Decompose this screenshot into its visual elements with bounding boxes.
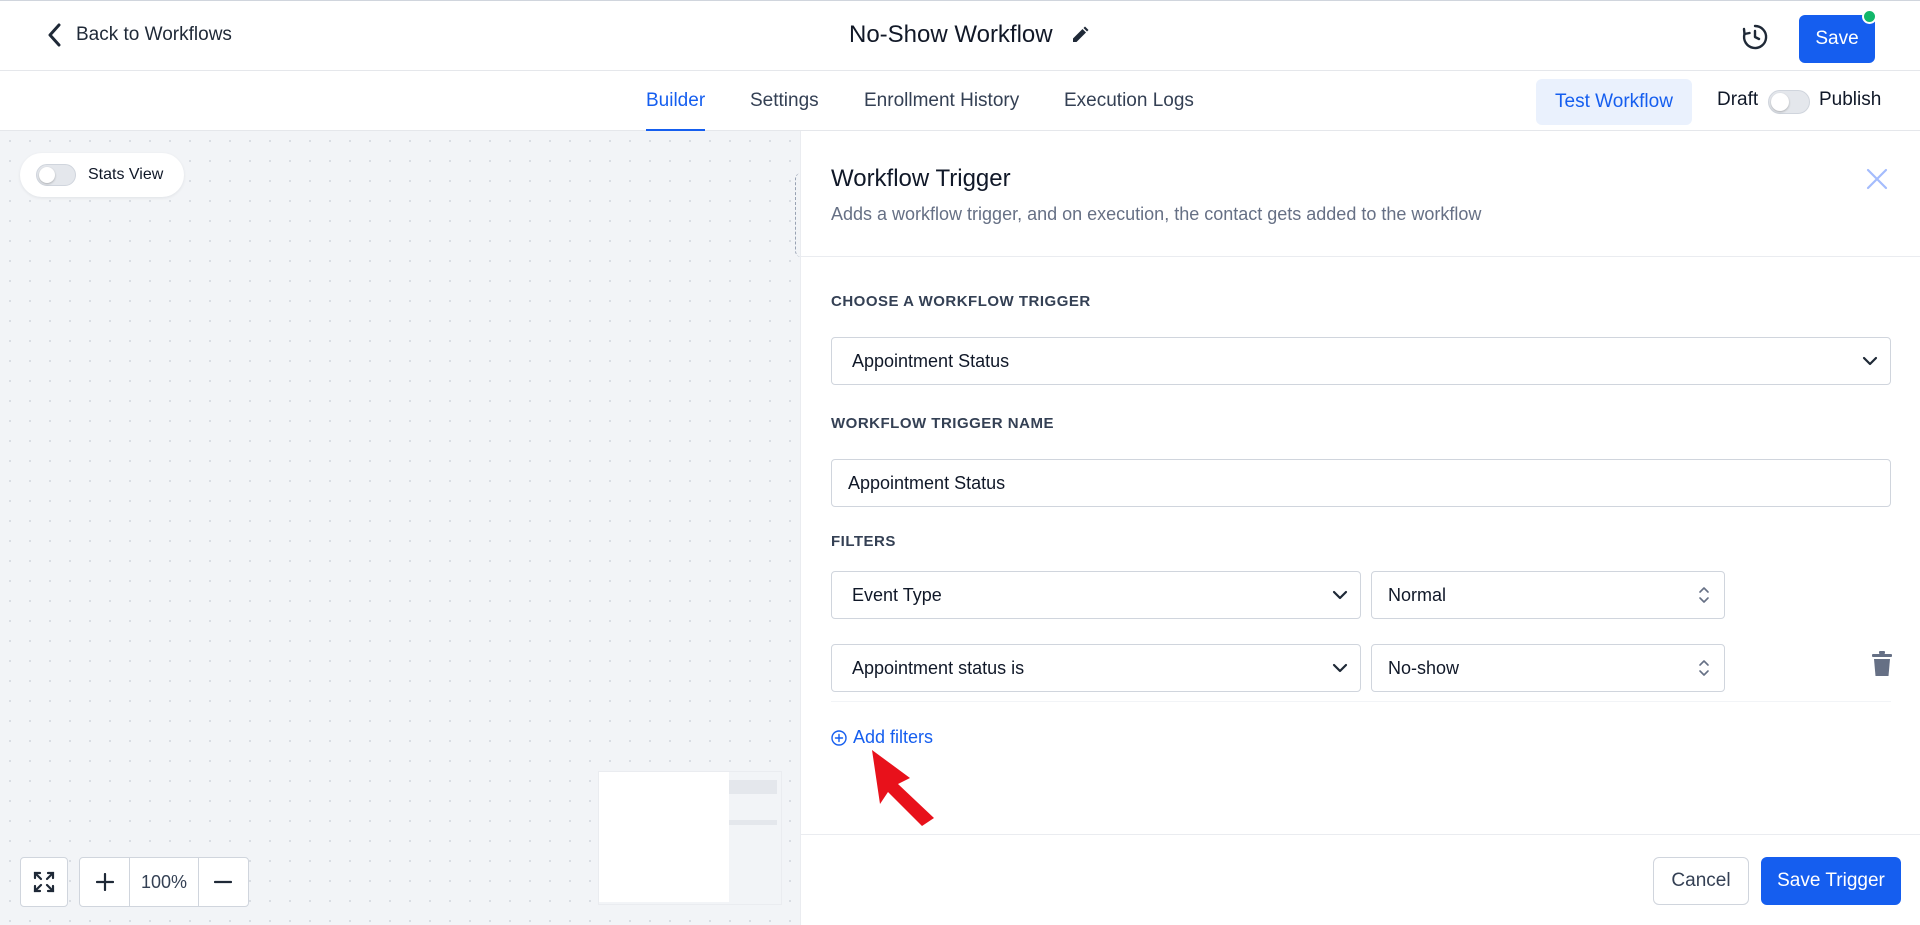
tab-execution-logs[interactable]: Execution Logs: [1064, 71, 1194, 131]
zoom-in-button[interactable]: [80, 858, 129, 906]
minus-icon: [214, 880, 233, 884]
zoom-controls: 100%: [79, 857, 249, 907]
filter-value: No-show: [1388, 657, 1460, 678]
chevron-down-icon: [1320, 590, 1360, 600]
plus-circle-icon: [831, 729, 847, 746]
filter-value: Normal: [1388, 584, 1447, 605]
toggle-knob: [1771, 93, 1789, 111]
panel-header: Workflow Trigger Adds a workflow trigger…: [801, 131, 1920, 257]
filter-field-select[interactable]: Appointment status is: [831, 644, 1361, 692]
add-filters-label: Add filters: [853, 727, 934, 747]
panel-subtitle: Adds a workflow trigger, and on executio…: [831, 204, 1482, 224]
stats-view-control: Stats View: [20, 153, 184, 197]
history-clock-icon[interactable]: [1740, 22, 1770, 52]
minimap-viewport[interactable]: [599, 772, 729, 902]
workflow-title-group: No-Show Workflow: [849, 21, 1089, 49]
tab-settings[interactable]: Settings: [750, 71, 819, 131]
panel-title: Workflow Trigger: [831, 165, 1011, 192]
draft-label: Draft: [1717, 89, 1759, 110]
filter-field-value: Event Type: [852, 584, 942, 605]
fit-view-button[interactable]: [20, 857, 68, 907]
workflow-canvas[interactable]: Stats View 100%: [0, 131, 800, 925]
chevron-left-icon: [48, 23, 61, 47]
filter-divider: [831, 701, 1891, 702]
stats-view-label: Stats View: [88, 166, 164, 183]
plus-icon: [95, 873, 114, 891]
test-workflow-button[interactable]: Test Workflow: [1536, 79, 1692, 125]
trigger-select[interactable]: Appointment Status: [831, 337, 1891, 385]
tab-enrollment-history[interactable]: Enrollment History: [864, 71, 1019, 131]
save-trigger-button[interactable]: Save Trigger: [1761, 857, 1901, 905]
workflow-trigger-panel: Workflow Trigger Adds a workflow trigger…: [800, 131, 1920, 925]
close-icon[interactable]: [1864, 166, 1890, 192]
filter-value-select[interactable]: Normal: [1371, 571, 1725, 619]
add-filters-link[interactable]: Add filters: [831, 727, 933, 748]
annotation-arrow-icon: [872, 750, 934, 826]
publish-toggle[interactable]: [1768, 90, 1810, 114]
expand-icon: [33, 871, 55, 893]
tab-builder[interactable]: Builder: [646, 71, 706, 131]
filter-field-select[interactable]: Event Type: [831, 571, 1361, 619]
chevron-down-icon: [1320, 663, 1360, 673]
trash-icon[interactable]: [1871, 651, 1893, 677]
sort-arrows-icon: [1684, 658, 1724, 678]
minimap-node: [729, 780, 777, 794]
chevron-down-icon: [1850, 356, 1890, 366]
minimap-node: [729, 820, 777, 825]
cancel-button[interactable]: Cancel: [1653, 857, 1749, 905]
filters-label: FILTERS: [831, 533, 896, 550]
top-bar: Back to Workflows No-Show Workflow Save: [0, 0, 1920, 71]
trigger-select-value: Appointment Status: [852, 350, 1010, 371]
stats-view-toggle[interactable]: [36, 164, 76, 186]
tab-bar: Builder Settings Enrollment History Exec…: [0, 71, 1920, 131]
trigger-name-label: WORKFLOW TRIGGER NAME: [831, 415, 1054, 432]
sort-arrows-icon: [1684, 585, 1724, 605]
panel-footer: Cancel Save Trigger: [801, 834, 1920, 925]
choose-trigger-label: CHOOSE A WORKFLOW TRIGGER: [831, 293, 1091, 310]
publish-label: Publish: [1819, 89, 1882, 110]
back-to-workflows-link[interactable]: Back to Workflows: [48, 23, 232, 47]
workflow-title: No-Show Workflow: [849, 21, 1053, 48]
unsaved-status-dot: [1862, 9, 1877, 24]
toggle-knob: [39, 167, 55, 183]
save-button[interactable]: Save: [1799, 15, 1875, 63]
trigger-name-input[interactable]: [831, 459, 1891, 507]
back-label: Back to Workflows: [76, 24, 232, 45]
filter-value-select[interactable]: No-show: [1371, 644, 1725, 692]
filter-field-value: Appointment status is: [852, 657, 1025, 678]
zoom-level: 100%: [129, 858, 199, 906]
zoom-out-button[interactable]: [199, 858, 248, 906]
pencil-icon[interactable]: [1071, 26, 1089, 44]
minimap[interactable]: [598, 771, 782, 905]
